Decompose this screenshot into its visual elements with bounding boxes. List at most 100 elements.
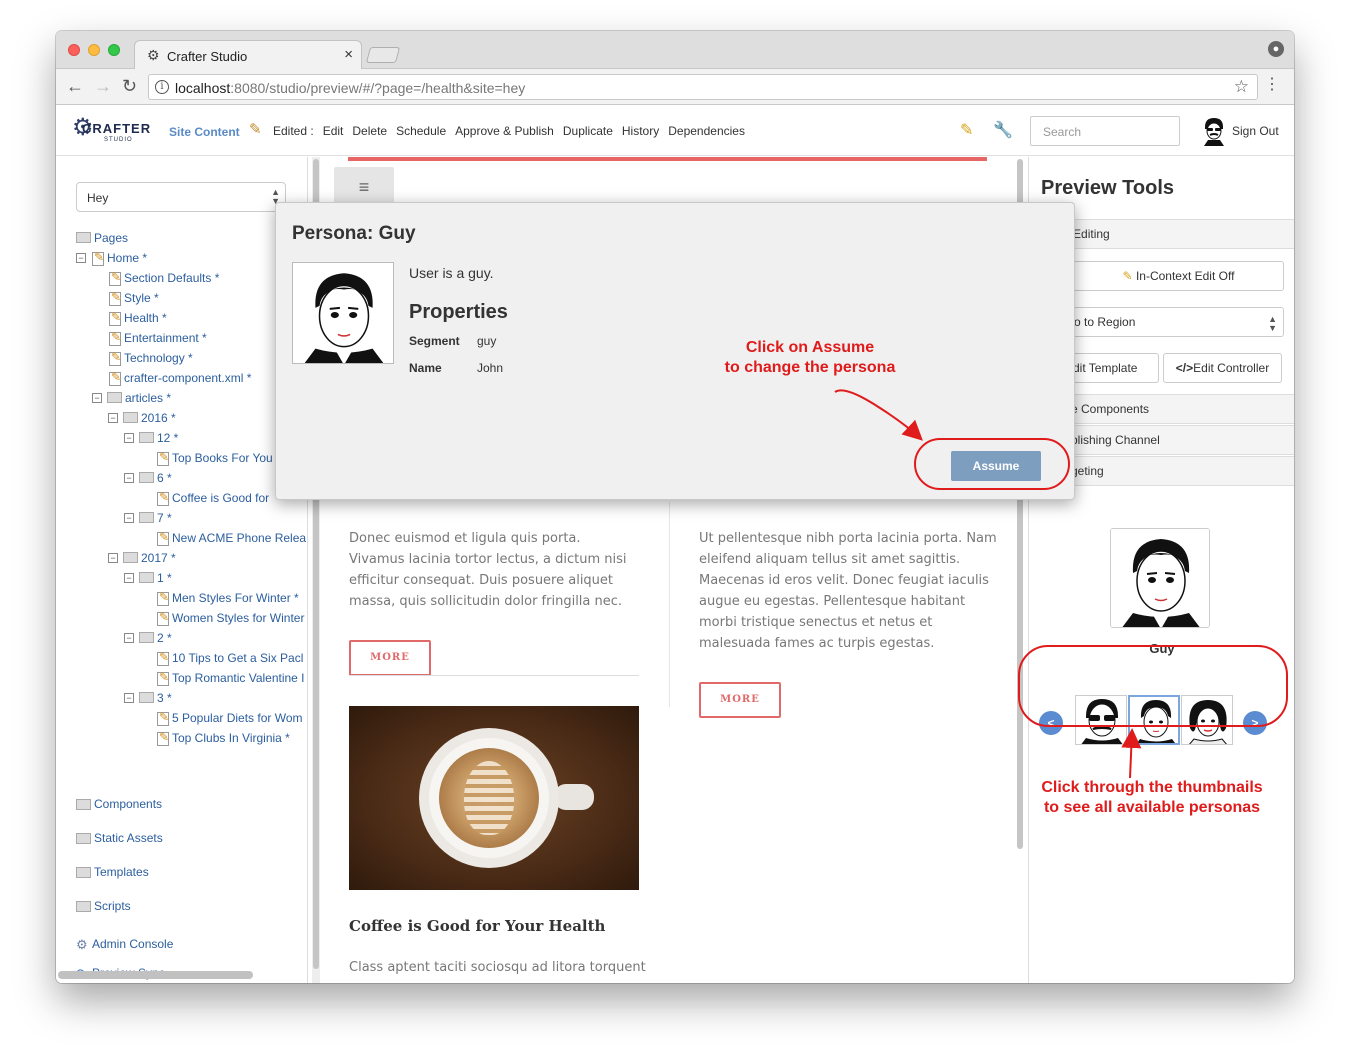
collapse-toggle-icon[interactable]: − [124,472,134,483]
bookmark-star-icon[interactable]: ☆ [1234,77,1249,97]
browser-tab[interactable]: ⚙ Crafter Studio × [134,40,362,70]
tree-item-label: articles * [125,390,172,405]
new-tab-button[interactable] [365,47,401,63]
hamburger-menu-icon[interactable]: ≡ [334,167,394,207]
sign-out-link[interactable]: Sign Out [1232,124,1279,138]
tree-item[interactable]: − 2017 * [108,549,176,565]
toolbar-edit[interactable]: Edit [323,124,344,138]
search-input[interactable]: Search [1030,116,1180,146]
browser-menu-icon[interactable]: ⋮ [1264,77,1280,93]
tree-item[interactable]: New ACME Phone Relea [156,529,306,546]
toolbar-actions: Edited : Edit Delete Schedule Approve & … [273,124,754,138]
tree-item[interactable]: − Home * [76,249,147,266]
more-button-1[interactable]: MORE [349,640,431,676]
tab-title: Crafter Studio [167,49,248,64]
tree-item[interactable]: Style * [108,289,159,306]
persona-description: User is a guy. [409,265,494,281]
tree-item[interactable]: crafter-component.xml * [108,369,251,386]
collapse-toggle-icon[interactable]: − [124,632,134,643]
toolbar-approve-publish[interactable]: Approve & Publish [455,124,554,138]
user-avatar-icon[interactable] [1202,116,1226,146]
collapse-toggle-icon[interactable]: − [124,572,134,583]
tree-item[interactable]: − 12 * [124,429,178,445]
sidebar-components[interactable]: Components [76,797,162,811]
back-icon[interactable]: ← [66,77,84,95]
sidebar-templates-label: Templates [94,865,149,879]
coffee-article-image[interactable] [349,706,639,890]
edit-controller-button[interactable]: </>Edit Controller [1163,353,1282,383]
code-icon: </> [1175,361,1194,375]
crafter-logo[interactable]: ⚙ CRAFTER STUDIO [72,113,152,151]
tree-item[interactable]: Pages [76,229,128,245]
url-input[interactable]: i localhost:8080/studio/preview/#/?page=… [148,74,1258,100]
toolbar-schedule[interactable]: Schedule [396,124,446,138]
reload-icon[interactable]: ↻ [122,77,137,95]
tab-close-icon[interactable]: × [344,46,353,63]
page-icon [156,489,169,506]
collapse-toggle-icon[interactable]: − [76,252,86,263]
toolbar-history[interactable]: History [622,124,659,138]
close-window-button[interactable] [68,44,80,56]
sidebar-templates[interactable]: Templates [76,865,149,879]
address-bar: ← → ↻ i localhost:8080/studio/preview/#/… [56,69,1294,105]
sidebar-scripts[interactable]: Scripts [76,899,131,913]
forward-icon[interactable]: → [94,77,112,95]
page-icon [108,269,121,286]
tree-item[interactable]: Entertainment * [108,329,207,346]
tree-item[interactable]: Section Defaults * [108,269,219,286]
profile-icon[interactable]: ● [1268,41,1284,57]
tree-item[interactable]: − 6 * [124,469,172,485]
collapse-toggle-icon[interactable]: − [124,432,134,443]
maximize-window-button[interactable] [108,44,120,56]
tree-item[interactable]: Coffee is Good for [156,489,270,506]
site-select[interactable]: Hey ▲ ▼ [76,182,286,212]
tree-item[interactable]: Women Styles for Winter [156,609,304,626]
tree-item[interactable]: − 1 * [124,569,172,585]
tree-item[interactable]: − 7 * [124,509,172,525]
thumbs-callout: Click through the thumbnails to see all … [1022,778,1282,818]
go-to-region-select[interactable]: o to Region ▲ ▼ [1073,307,1284,337]
tree-item[interactable]: Top Clubs In Virginia * [156,729,290,746]
toolbar-duplicate[interactable]: Duplicate [563,124,613,138]
tree-item[interactable]: 5 Popular Diets for Wom [156,709,303,726]
tree-item[interactable]: Top Romantic Valentine I [156,669,305,686]
collapse-toggle-icon[interactable]: − [92,392,102,403]
article-title[interactable]: Coffee is Good for Your Health [349,917,605,935]
tree-item-label: Coffee is Good for [172,490,270,505]
property-segment-value: guy [477,334,497,348]
persona-dialog-avatar [292,262,394,364]
tree-item[interactable]: 10 Tips to Get a Six Pacl [156,649,304,666]
collapse-toggle-icon[interactable]: − [124,512,134,523]
site-content-link[interactable]: Site Content [169,125,240,139]
tree-item-label: 10 Tips to Get a Six Pacl [172,650,304,665]
collapse-toggle-icon[interactable]: − [108,412,118,423]
tree-item[interactable]: Health * [108,309,167,326]
tree-item[interactable]: Top Books For You [156,449,273,466]
tree-item[interactable]: − articles * [92,389,171,405]
toolbar-dependencies[interactable]: Dependencies [668,124,745,138]
collapse-toggle-icon[interactable]: − [108,552,118,563]
collapse-toggle-icon[interactable]: − [124,692,134,703]
in-context-edit-toggle[interactable]: ✎ In-Context Edit Off [1073,261,1284,291]
tree-item-label: Top Books For You [172,450,273,465]
tree-item-label: 3 * [157,690,172,705]
toolbar-edited-label: Edited : [273,124,314,138]
minimize-window-button[interactable] [88,44,100,56]
sidebar-horizontal-scrollbar[interactable] [58,971,253,979]
tree-item[interactable]: − 3 * [124,689,172,705]
sidebar-static-assets[interactable]: Static Assets [76,831,163,845]
tree-item-label: Pages [94,230,129,245]
info-icon[interactable]: i [155,80,169,94]
toolbar-delete[interactable]: Delete [352,124,387,138]
wrench-icon[interactable]: 🔧 [993,120,1013,140]
tree-item[interactable]: Technology * [108,349,193,366]
sidebar-admin-console[interactable]: ⚙ Admin Console [76,937,173,953]
studio-toolbar: ⚙ CRAFTER STUDIO Site Content ✎ Edited :… [56,106,1294,156]
tree-item[interactable]: Men Styles For Winter * [156,589,299,606]
latte-art [464,761,514,835]
more-button-2[interactable]: MORE [699,682,781,718]
edit-template-button[interactable]: dit Template [1073,353,1159,383]
pencil-icon[interactable]: ✎ [960,120,973,140]
tree-item[interactable]: − 2 * [124,629,172,645]
tree-item[interactable]: − 2016 * [108,409,176,425]
